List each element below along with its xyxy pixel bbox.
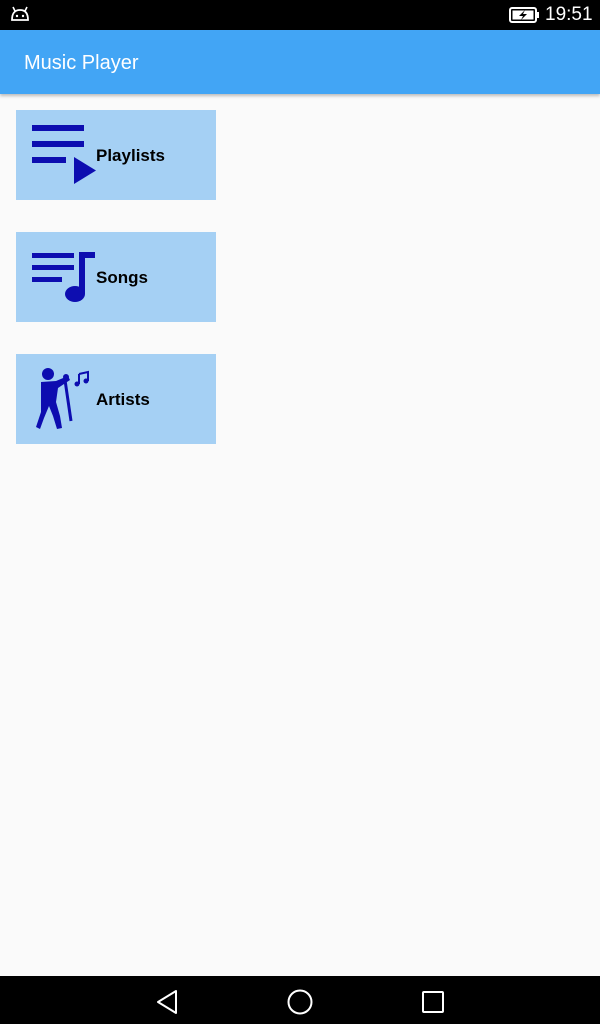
artists-button[interactable]: Artists xyxy=(16,354,216,444)
singer-icon xyxy=(32,366,98,437)
main-content: Playlists Songs Artists xyxy=(0,94,600,976)
recents-icon[interactable] xyxy=(419,988,447,1016)
back-icon[interactable] xyxy=(154,988,182,1016)
playlists-label: Playlists xyxy=(96,146,165,165)
app-title: Music Player xyxy=(24,52,139,74)
queue-music-icon xyxy=(32,244,98,313)
songs-button[interactable]: Songs xyxy=(16,232,216,322)
android-icon xyxy=(10,6,30,27)
status-bar: 19:51 xyxy=(0,0,600,30)
battery-charging-icon xyxy=(509,6,541,29)
status-time: 19:51 xyxy=(545,4,593,25)
songs-label: Songs xyxy=(96,268,148,287)
playlists-button[interactable]: Playlists xyxy=(16,110,216,200)
artists-label: Artists xyxy=(96,390,150,409)
navigation-bar xyxy=(0,976,600,1024)
app-bar: Music Player xyxy=(0,30,600,94)
home-icon[interactable] xyxy=(286,988,314,1016)
playlist-play-icon xyxy=(32,122,98,191)
